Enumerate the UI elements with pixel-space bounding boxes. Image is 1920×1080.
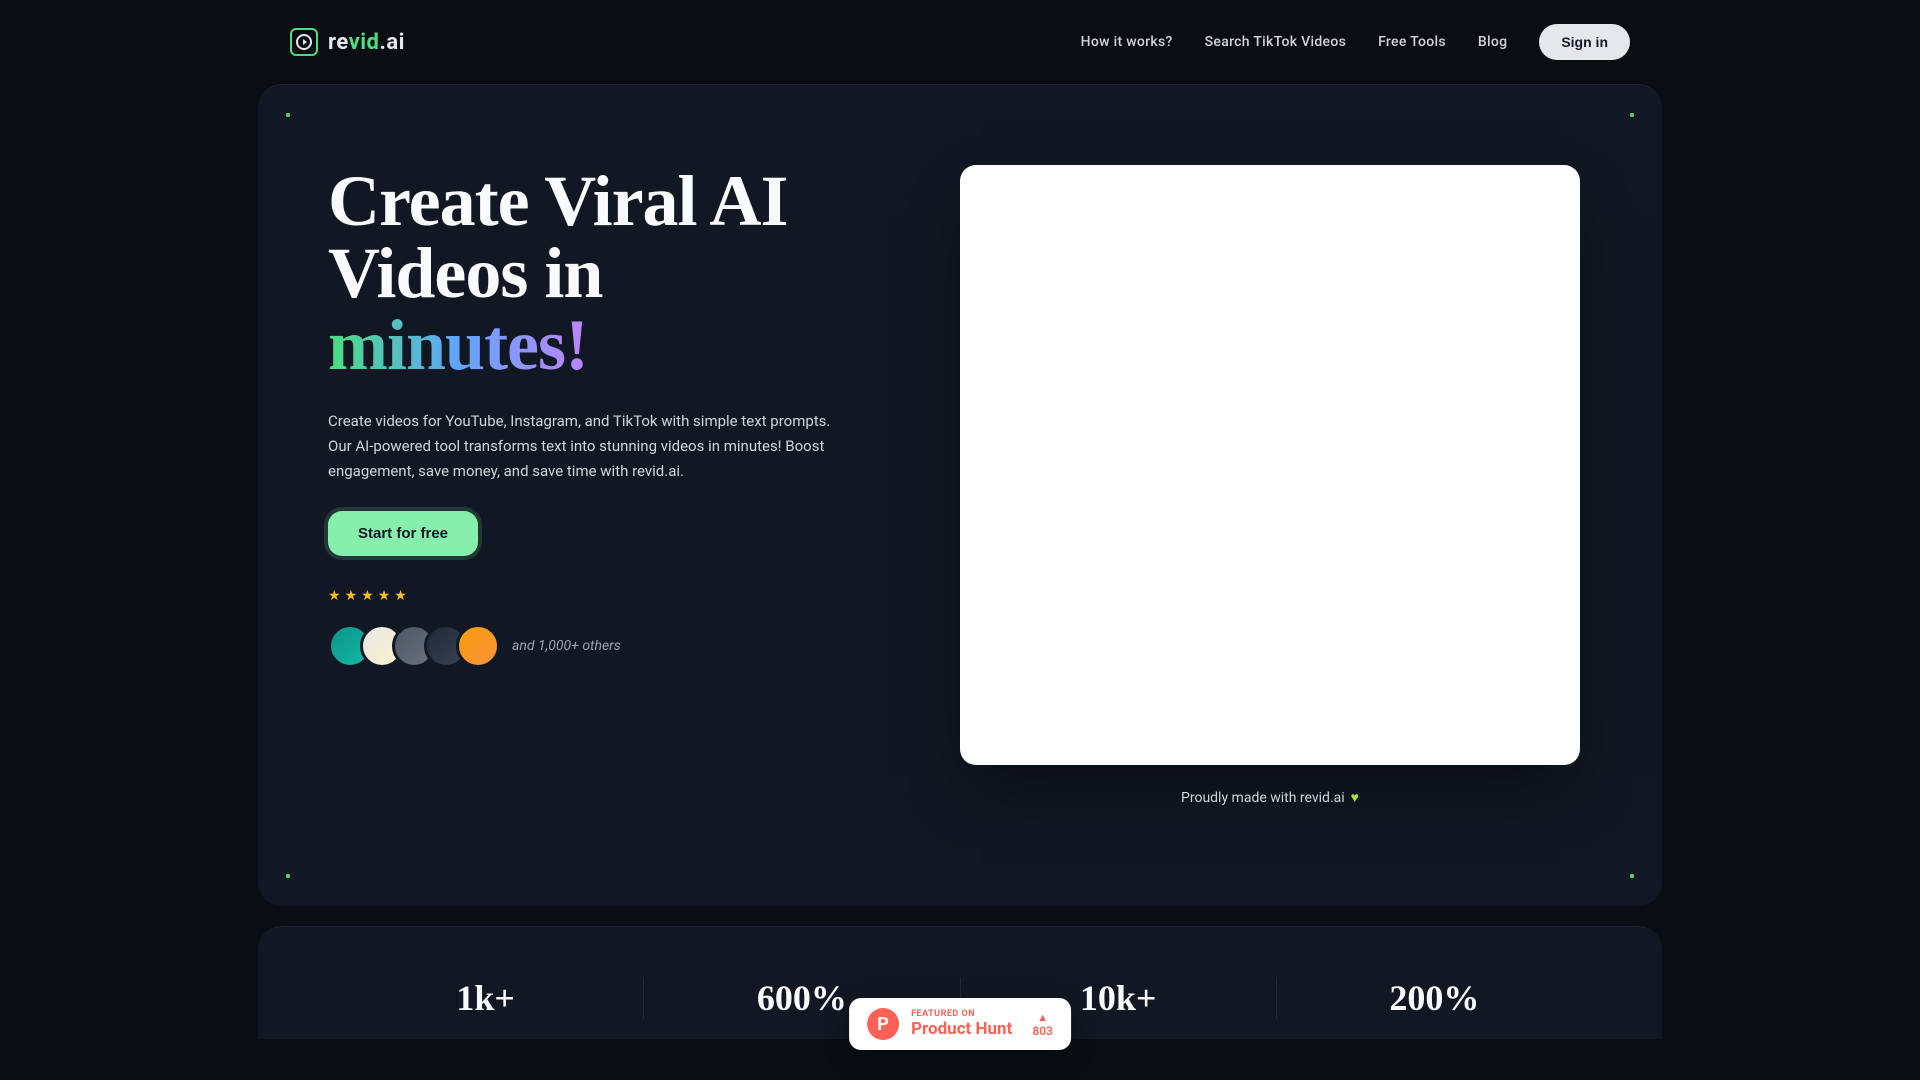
- hero-title: Create Viral AI Videos in minutes!: [328, 165, 888, 381]
- stat-item: 200%: [1277, 977, 1592, 1019]
- stat-value: 200%: [1297, 977, 1572, 1019]
- product-hunt-icon: P: [867, 1008, 899, 1040]
- hero-left: Create Viral AI Videos in minutes! Creat…: [328, 165, 888, 668]
- corner-dot-icon: [1630, 874, 1634, 878]
- hero-description: Create videos for YouTube, Instagram, an…: [328, 409, 848, 483]
- product-hunt-badge[interactable]: P FEATURED ON Product Hunt ▲ 803: [849, 998, 1071, 1050]
- site-header: revid.ai How it works? Search TikTok Vid…: [0, 0, 1920, 84]
- logo-re: re: [328, 30, 349, 55]
- product-hunt-text: FEATURED ON Product Hunt: [911, 1009, 1012, 1039]
- nav-free-tools[interactable]: Free Tools: [1378, 34, 1446, 50]
- ph-votes: ▲ 803: [1032, 1011, 1053, 1038]
- start-free-button[interactable]: Start for free: [328, 511, 478, 556]
- logo-text: revid.ai: [328, 30, 405, 55]
- proudly-label: Proudly made with revid.ai: [1181, 790, 1345, 806]
- corner-dot-icon: [286, 874, 290, 878]
- star-icon: ★: [345, 588, 358, 604]
- nav-blog[interactable]: Blog: [1478, 34, 1508, 50]
- logo-vid: vid: [349, 30, 380, 55]
- rating-stars: ★ ★ ★ ★ ★: [328, 588, 888, 604]
- star-icon: ★: [394, 588, 407, 604]
- ph-name: Product Hunt: [911, 1019, 1012, 1039]
- avatar-group: [328, 624, 500, 668]
- proudly-made-text: Proudly made with revid.ai ♥: [1181, 789, 1359, 806]
- stat-item: 1k+: [328, 977, 644, 1019]
- logo[interactable]: revid.ai: [290, 28, 405, 56]
- video-preview[interactable]: [960, 165, 1580, 765]
- avatar: [456, 624, 500, 668]
- hero-section: Create Viral AI Videos in minutes! Creat…: [258, 84, 1662, 906]
- nav-search-tiktok[interactable]: Search TikTok Videos: [1205, 34, 1346, 50]
- ph-featured-label: FEATURED ON: [911, 1009, 1012, 1019]
- heart-icon: ♥: [1351, 789, 1359, 806]
- logo-ai: .ai: [379, 30, 404, 55]
- main-nav: How it works? Search TikTok Videos Free …: [1081, 24, 1630, 60]
- signin-button[interactable]: Sign in: [1539, 24, 1630, 60]
- upvote-icon: ▲: [1037, 1011, 1048, 1024]
- star-icon: ★: [361, 588, 374, 604]
- logo-icon: [290, 28, 318, 56]
- star-icon: ★: [378, 588, 391, 604]
- corner-dot-icon: [286, 113, 290, 117]
- others-text: and 1,000+ others: [512, 638, 621, 654]
- hero-title-gradient: minutes!: [328, 305, 588, 385]
- nav-how-it-works[interactable]: How it works?: [1081, 34, 1173, 50]
- ph-count: 803: [1032, 1024, 1053, 1038]
- stat-value: 1k+: [348, 977, 623, 1019]
- corner-dot-icon: [1630, 113, 1634, 117]
- star-icon: ★: [328, 588, 341, 604]
- hero-title-main: Create Viral AI Videos in: [328, 165, 888, 309]
- social-proof: and 1,000+ others: [328, 624, 888, 668]
- hero-right: Proudly made with revid.ai ♥: [948, 165, 1592, 806]
- hero-content: Create Viral AI Videos in minutes! Creat…: [328, 165, 1592, 806]
